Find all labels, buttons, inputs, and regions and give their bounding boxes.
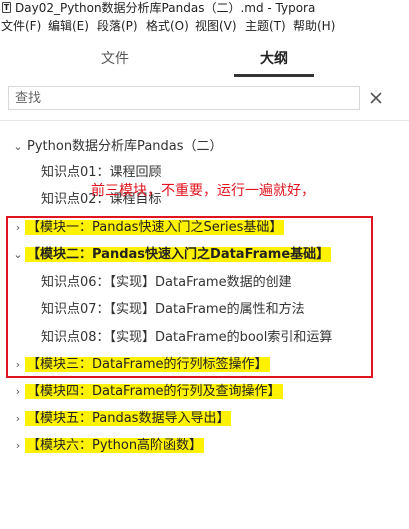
menu-file[interactable]: 文件(F) bbox=[1, 16, 41, 36]
search-box bbox=[8, 86, 361, 110]
title-bar: T Day02_Python数据分析库Pandas（二）.md - Typora bbox=[0, 0, 409, 16]
outline-item-module-3[interactable]: › 【模块三：DataFrame的行列标签操作】 bbox=[0, 354, 409, 376]
menu-format[interactable]: 格式(O) bbox=[146, 16, 189, 36]
outline-item-module-4[interactable]: › 【模块四：DataFrame的行列及查询操作】 bbox=[0, 381, 409, 403]
outline-item-label: 【模块四：DataFrame的行列及查询操作】 bbox=[25, 384, 283, 399]
menu-help[interactable]: 帮助(H) bbox=[293, 16, 335, 36]
outline-item-module-1[interactable]: › 【模块一：Pandas快速入门之Series基础】 bbox=[0, 217, 409, 239]
outline-item[interactable]: 知识点06：【实现】DataFrame数据的创建 bbox=[0, 272, 409, 294]
outline-item-module-2[interactable]: ⌄ 【模块二：Pandas快速入门之DataFrame基础】 bbox=[0, 244, 409, 266]
chevron-down-icon[interactable]: ⌄ bbox=[13, 244, 23, 266]
chevron-right-icon[interactable]: › bbox=[13, 217, 23, 239]
chevron-right-icon[interactable]: › bbox=[13, 435, 23, 457]
outline-item-label: 知识点06：【实现】DataFrame数据的创建 bbox=[41, 275, 292, 290]
close-icon[interactable] bbox=[366, 88, 386, 108]
chevron-right-icon[interactable]: › bbox=[13, 381, 23, 403]
outline-item-label: 【模块三：DataFrame的行列标签操作】 bbox=[25, 357, 270, 372]
outline-item-label: 知识点08：【实现】DataFrame的bool索引和运算 bbox=[41, 330, 333, 345]
outline-item-label: 【模块一：Pandas快速入门之Series基础】 bbox=[25, 220, 285, 235]
outline-item-label: 知识点07：【实现】DataFrame的属性和方法 bbox=[41, 302, 305, 317]
typora-app-icon: T bbox=[2, 2, 11, 13]
outline-item-label: 【模块二：Pandas快速入门之DataFrame基础】 bbox=[25, 247, 332, 262]
annotation-note: 前三模块，不重要，运行一遍就好， bbox=[91, 183, 315, 199]
outline-root[interactable]: ⌄ Python数据分析库Pandas（二） bbox=[0, 136, 409, 158]
outline-item[interactable]: 知识点07：【实现】DataFrame的属性和方法 bbox=[0, 299, 409, 321]
menu-theme[interactable]: 主题(T) bbox=[245, 16, 286, 36]
active-tab-indicator bbox=[234, 74, 314, 77]
outline-item-label: 【模块五：Pandas数据导入导出】 bbox=[25, 411, 232, 426]
outline-item-label: 【模块六：Python高阶函数】 bbox=[25, 438, 205, 453]
tab-outline[interactable]: 大纲 bbox=[214, 44, 334, 74]
outline-item-module-5[interactable]: › 【模块五：Pandas数据导入导出】 bbox=[0, 408, 409, 430]
menu-bar: 文件(F) 编辑(E) 段落(P) 格式(O) 视图(V) 主题(T) 帮助(H… bbox=[0, 16, 409, 36]
menu-view[interactable]: 视图(V) bbox=[195, 16, 237, 36]
search-input[interactable] bbox=[9, 87, 361, 110]
divider bbox=[0, 120, 409, 121]
outline-item-module-6[interactable]: › 【模块六：Python高阶函数】 bbox=[0, 435, 409, 457]
menu-edit[interactable]: 编辑(E) bbox=[48, 16, 89, 36]
outline-item[interactable]: 知识点08：【实现】DataFrame的bool索引和运算 bbox=[0, 327, 409, 349]
tab-files[interactable]: 文件 bbox=[55, 44, 175, 74]
outline-root-label: Python数据分析库Pandas（二） bbox=[27, 139, 223, 154]
menu-paragraph[interactable]: 段落(P) bbox=[97, 16, 138, 36]
window-title: Day02_Python数据分析库Pandas（二）.md - Typora bbox=[15, 1, 316, 15]
sidebar-tabs: 文件 大纲 bbox=[0, 44, 409, 80]
chevron-down-icon[interactable]: ⌄ bbox=[13, 136, 23, 158]
chevron-right-icon[interactable]: › bbox=[13, 408, 23, 430]
chevron-right-icon[interactable]: › bbox=[13, 354, 23, 376]
